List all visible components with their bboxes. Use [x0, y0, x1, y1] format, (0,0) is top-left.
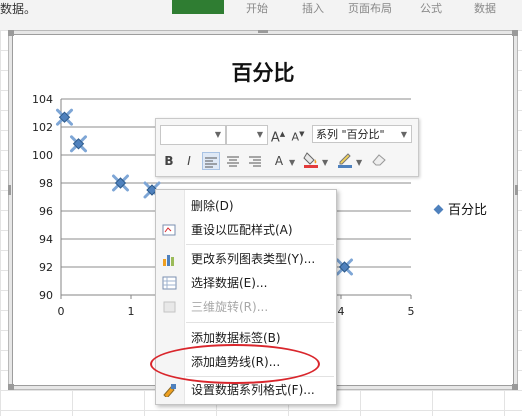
font-name-dropdown[interactable]: ▼: [160, 125, 226, 145]
italic-icon: I: [187, 154, 191, 168]
chart-resize-handle-right[interactable]: [515, 185, 518, 195]
chevron-down-icon: ▼: [400, 130, 407, 139]
x-tick-label: 5: [408, 305, 415, 318]
chart-resize-handle-left[interactable]: [8, 185, 11, 195]
bold-button[interactable]: B: [160, 152, 178, 170]
menu-item-delete[interactable]: 删除(D): [156, 194, 336, 218]
menu-separator: [186, 244, 334, 245]
chart-resize-handle-top[interactable]: [258, 30, 268, 33]
mini-toolbar: ▼ ▼ A▲ A▼ 系列 "百分比" ▼ B I A ▼ ▼ ▼: [155, 118, 419, 177]
align-right-icon: [249, 156, 261, 167]
ribbon-tab-page-layout[interactable]: 页面布局: [348, 0, 392, 16]
x-tick-label: 1: [128, 305, 135, 318]
y-tick-label: 102: [32, 121, 53, 134]
y-tick-label: 100: [32, 149, 53, 162]
shrink-font-icon: A: [291, 130, 300, 144]
eraser-icon: [372, 154, 386, 166]
bold-icon: B: [164, 154, 174, 168]
align-right-button[interactable]: [246, 152, 264, 170]
y-tick-label: 98: [39, 177, 53, 190]
chevron-down-icon: ▼: [256, 130, 263, 139]
menu-item-3d-rotation[interactable]: 三维旋转(R)...: [156, 295, 336, 319]
x-tick-label: 0: [58, 305, 65, 318]
format-series-icon: [163, 384, 176, 397]
bar-chart-icon: [163, 255, 174, 266]
chart-element-selector-value: 系列 "百分比": [316, 128, 385, 141]
chart-legend[interactable]: 百分比: [433, 199, 488, 218]
grow-font-button[interactable]: A▲: [269, 125, 287, 146]
y-tick-label: 94: [39, 233, 53, 246]
line-color-button[interactable]: [336, 150, 354, 168]
ribbon-tab-insert[interactable]: 插入: [302, 0, 324, 16]
ribbon-tab-data[interactable]: 数据: [474, 0, 496, 16]
format-painter-button[interactable]: [370, 152, 388, 170]
3d-rotation-icon: [163, 301, 176, 313]
grow-font-icon: A: [270, 130, 280, 146]
paint-bucket-icon: [303, 152, 318, 168]
ribbon-tab-home[interactable]: 开始: [246, 0, 268, 16]
menu-item-select-data[interactable]: 选择数据(E)...: [156, 271, 336, 295]
data-point[interactable]: [336, 258, 353, 276]
menu-item-reset-style[interactable]: 重设以匹配样式(A): [156, 218, 336, 242]
chevron-down-icon[interactable]: ▼: [289, 158, 295, 167]
chart-element-selector[interactable]: 系列 "百分比" ▼: [312, 125, 412, 143]
font-color-button[interactable]: A: [270, 152, 288, 170]
menu-item-label: 更改系列图表类型(Y)...: [191, 252, 316, 266]
align-left-icon: [205, 157, 217, 168]
select-data-icon: [162, 276, 177, 290]
legend-label: 百分比: [448, 203, 488, 218]
chevron-down-icon: ▼: [214, 130, 221, 139]
chevron-down-icon[interactable]: ▼: [322, 158, 328, 167]
data-point[interactable]: [56, 108, 73, 126]
reset-style-icon: [162, 224, 176, 236]
font-size-dropdown[interactable]: ▼: [226, 125, 268, 145]
y-tick-label: 90: [39, 289, 53, 302]
y-tick-label: 92: [39, 261, 53, 274]
ribbon-tab-file[interactable]: [172, 0, 224, 14]
y-axis-tick-labels: 90 92 94 96 98 100 102 104: [32, 93, 53, 302]
sheet-text-fragment: 数据。: [0, 2, 37, 16]
shrink-font-button[interactable]: A▼: [289, 125, 307, 144]
menu-separator: [186, 322, 334, 323]
legend-diamond-icon: [433, 204, 444, 215]
menu-item-label: 三维旋转(R)...: [191, 300, 269, 314]
y-tick-label: 104: [32, 93, 53, 106]
highlight-annotation-circle: [150, 344, 320, 384]
italic-button[interactable]: I: [180, 152, 198, 170]
data-point[interactable]: [70, 135, 87, 153]
menu-item-label: 重设以匹配样式(A): [191, 223, 293, 237]
align-center-icon: [227, 156, 239, 167]
pencil-icon: [338, 153, 352, 168]
chevron-down-icon[interactable]: ▼: [356, 158, 362, 167]
align-left-button[interactable]: [202, 152, 220, 170]
font-color-icon: A: [274, 154, 284, 168]
fill-color-button[interactable]: [302, 150, 320, 168]
x-tick-label: 4: [338, 305, 345, 318]
align-center-button[interactable]: [224, 152, 242, 170]
menu-item-change-chart-type[interactable]: 更改系列图表类型(Y)...: [156, 247, 336, 271]
data-point[interactable]: [112, 174, 129, 192]
ribbon-tab-formulas[interactable]: 公式: [420, 0, 442, 16]
menu-item-label: 删除(D): [191, 199, 234, 213]
y-tick-label: 96: [39, 205, 53, 218]
menu-item-label: 选择数据(E)...: [191, 276, 268, 290]
